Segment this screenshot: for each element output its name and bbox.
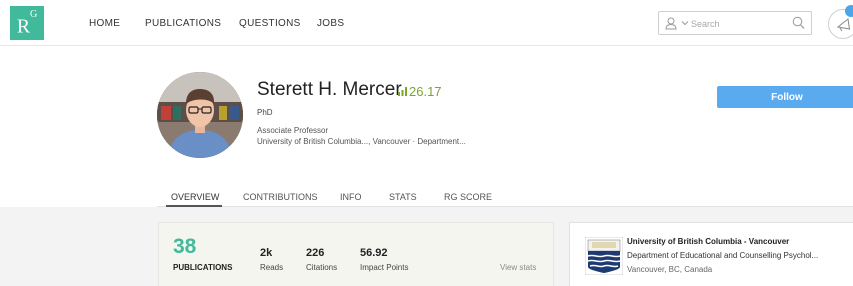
citations-label: Citations: [306, 263, 338, 272]
megaphone-icon: [837, 18, 851, 32]
rg-score-value: 26.17: [409, 84, 442, 99]
profile-photo: [157, 72, 243, 158]
researchgate-logo[interactable]: RG: [10, 6, 44, 40]
top-navigation: RG HOME PUBLICATIONS QUESTIONS JOBS: [0, 0, 853, 46]
degree: PhD: [257, 108, 273, 117]
stats-card: 38 PUBLICATIONS 2k Reads 226 Citations 5…: [158, 222, 554, 286]
publications-label: PUBLICATIONS: [173, 263, 233, 272]
tab-overview[interactable]: OVERVIEW: [171, 192, 219, 202]
university-crest-icon: [585, 237, 623, 275]
notification-badge: [845, 5, 853, 17]
impact-points-value: 56.92: [360, 247, 388, 259]
tab-rg-score[interactable]: RG SCORE: [444, 192, 492, 202]
publications-count[interactable]: 38: [173, 235, 196, 259]
person-icon[interactable]: [665, 17, 677, 30]
reads-value: 2k: [260, 247, 273, 259]
follow-button[interactable]: Follow: [717, 86, 853, 108]
search-input[interactable]: [691, 16, 791, 31]
search-icon[interactable]: [792, 16, 805, 30]
institution-summary[interactable]: University of British Columbia..., Vanco…: [257, 137, 466, 146]
affiliation-name[interactable]: University of British Columbia - Vancouv…: [627, 237, 789, 246]
nav-home[interactable]: HOME: [89, 18, 120, 29]
chevron-down-icon[interactable]: [681, 19, 689, 27]
nav-publications[interactable]: PUBLICATIONS: [145, 18, 221, 29]
score-bars-icon: [398, 87, 407, 96]
tab-contributions[interactable]: CONTRIBUTIONS: [243, 192, 318, 202]
view-stats-link[interactable]: View stats: [500, 263, 536, 272]
citations-value: 226: [306, 247, 325, 259]
tab-info[interactable]: INFO: [340, 192, 362, 202]
position-title: Associate Professor: [257, 126, 329, 135]
rg-score[interactable]: 26.17: [398, 84, 442, 99]
affiliation-location: Vancouver, BC, Canada: [627, 265, 713, 274]
affiliation-department[interactable]: Department of Educational and Counsellin…: [627, 251, 818, 260]
logo-superscript: G: [30, 9, 38, 20]
profile-name: Sterett H. Mercer: [257, 79, 402, 100]
nav-questions[interactable]: QUESTIONS: [239, 18, 301, 29]
logo-letter: R: [16, 15, 31, 38]
search-box[interactable]: [658, 11, 812, 35]
impact-points-label: Impact Points: [360, 263, 409, 272]
affiliation-card[interactable]: University of British Columbia - Vancouv…: [569, 222, 853, 286]
reads-label: Reads: [260, 263, 284, 272]
tab-stats[interactable]: STATS: [389, 192, 417, 202]
avatar: [157, 72, 243, 158]
nav-jobs[interactable]: JOBS: [317, 18, 344, 29]
